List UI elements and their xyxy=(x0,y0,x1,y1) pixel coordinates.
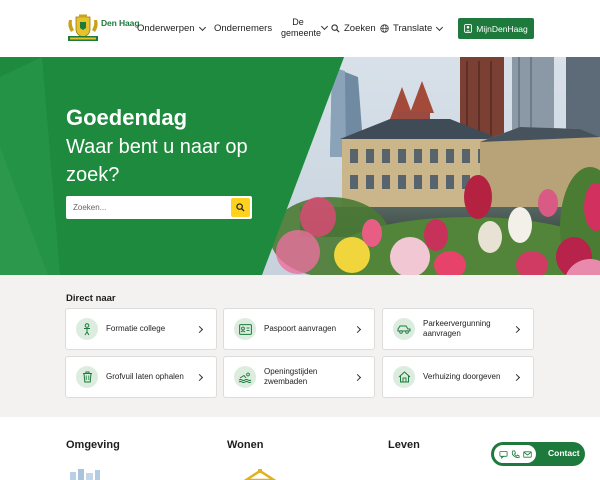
person-icon xyxy=(76,318,98,340)
chevron-right-icon xyxy=(512,325,521,333)
id-card-icon xyxy=(234,318,256,340)
site-header: Den Haag Onderwerpen Ondernemers De geme… xyxy=(0,0,600,57)
contact-label: Contact xyxy=(548,448,580,458)
tile-label: Formatie college xyxy=(106,324,166,333)
car-icon xyxy=(393,318,415,340)
tile-label: Paspoort aanvragen xyxy=(264,324,337,333)
hero-section: Goedendag Waar bent u naar op zoek? xyxy=(0,57,600,275)
nav-ondernemers[interactable]: Ondernemers xyxy=(214,23,272,34)
tile-formatie-college[interactable]: Formatie college xyxy=(65,308,217,350)
nav-ondernemers-label: Ondernemers xyxy=(214,23,273,34)
tile-label: Verhuizing doorgeven xyxy=(423,372,501,381)
mail-icon xyxy=(522,450,532,458)
chevron-right-icon xyxy=(195,373,204,381)
tile-verhuizing-doorgeven[interactable]: Verhuizing doorgeven xyxy=(382,356,534,398)
chevron-right-icon xyxy=(353,373,362,381)
category-omgeving[interactable]: Omgeving xyxy=(66,439,120,451)
trash-icon xyxy=(76,366,98,388)
house-icon xyxy=(393,366,415,388)
tile-parkeervergunning-aanvragen[interactable]: Parkeervergunning aanvragen xyxy=(382,308,534,350)
tile-label: Openingstijden zwembaden xyxy=(264,367,318,386)
nav-onderwerpen[interactable]: Onderwerpen xyxy=(137,23,206,34)
direct-naar-title: Direct naar xyxy=(66,293,116,304)
user-icon xyxy=(464,24,473,33)
chevron-down-icon xyxy=(320,22,329,31)
crest-icon xyxy=(68,14,98,41)
nav-de-gemeente[interactable]: De gemeente xyxy=(281,17,321,38)
den-haag-logo[interactable]: Den Haag xyxy=(66,14,140,42)
nav-zoeken-label: Zoeken xyxy=(344,23,376,34)
chevron-right-icon xyxy=(195,325,204,333)
hero-search-input[interactable] xyxy=(66,196,228,219)
chevron-down-icon xyxy=(436,23,444,31)
search-icon xyxy=(331,24,340,33)
chevron-right-icon xyxy=(353,325,362,333)
direct-naar-section: Direct naar Formatie college Paspoort aa… xyxy=(0,275,600,417)
hero-search xyxy=(66,196,252,219)
phone-icon xyxy=(511,449,520,458)
category-leven[interactable]: Leven xyxy=(388,439,420,451)
hero-subtitle: Waar bent u naar op zoek? xyxy=(66,136,248,186)
tile-label: Parkeervergunning aanvragen xyxy=(423,319,491,338)
swim-icon xyxy=(234,366,256,388)
nav-translate-label: Translate xyxy=(393,23,433,34)
wonen-illustration xyxy=(243,469,277,480)
omgeving-illustration xyxy=(70,469,100,480)
hero-title: Goedendag xyxy=(66,105,188,130)
hero-search-button[interactable] xyxy=(231,198,250,217)
tile-openingstijden-zwembaden[interactable]: Openingstijden zwembaden xyxy=(223,356,375,398)
nav-onderwerpen-label: Onderwerpen xyxy=(137,23,195,34)
tile-label: Grofvuil laten ophalen xyxy=(106,372,184,381)
category-wonen[interactable]: Wonen xyxy=(227,439,263,451)
contact-icon-group xyxy=(494,445,536,463)
nav-translate[interactable]: Translate xyxy=(380,23,444,34)
tile-grofvuil-laten-ophalen[interactable]: Grofvuil laten ophalen xyxy=(65,356,217,398)
search-icon xyxy=(236,203,245,212)
contact-button[interactable]: Contact xyxy=(491,442,585,466)
tile-paspoort-aanvragen[interactable]: Paspoort aanvragen xyxy=(223,308,375,350)
chevron-right-icon xyxy=(512,373,521,381)
globe-icon xyxy=(380,24,389,33)
chevron-down-icon xyxy=(198,23,206,31)
mijn-den-haag-button[interactable]: MijnDenHaag xyxy=(458,18,534,39)
logo-text: Den Haag xyxy=(101,18,140,28)
chat-icon xyxy=(498,450,508,459)
mijn-den-haag-label: MijnDenHaag xyxy=(476,23,528,34)
nav-zoeken[interactable]: Zoeken xyxy=(331,23,376,34)
